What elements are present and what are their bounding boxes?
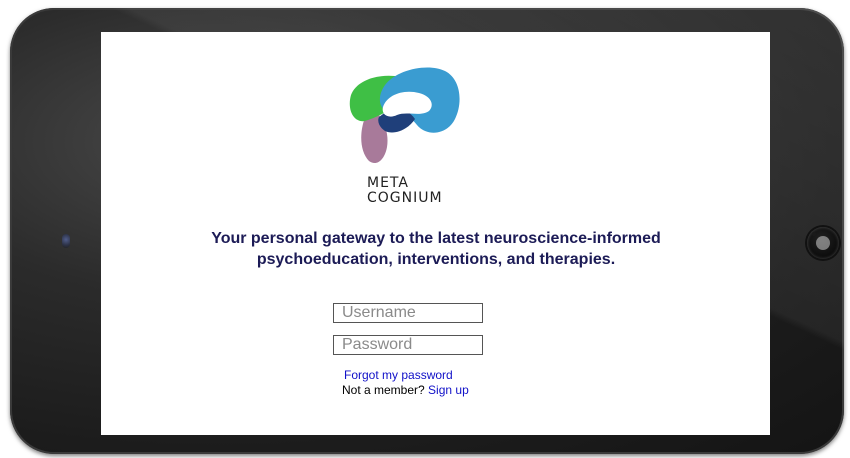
home-button-center <box>816 236 830 250</box>
wordmark: META COGNIUM <box>367 176 487 206</box>
tagline: Your personal gateway to the latest neur… <box>141 228 731 270</box>
meta-cognium-logo <box>349 67 460 164</box>
sign-up-link[interactable]: Sign up <box>428 383 469 397</box>
wordmark-line1: META <box>367 175 409 191</box>
home-button-icon[interactable] <box>807 227 839 259</box>
tagline-line1: Your personal gateway to the latest neur… <box>211 230 661 247</box>
not-member-text: Not a member? <box>342 383 425 397</box>
tagline-line2: psychoeducation, interventions, and ther… <box>256 251 616 268</box>
login-links: Forgot my password Not a member? Sign up <box>342 368 469 398</box>
app-screen: META COGNIUM Your personal gateway to th… <box>101 32 770 435</box>
wordmark-line2: COGNIUM <box>367 190 443 206</box>
username-input[interactable] <box>333 303 483 323</box>
camera-icon <box>62 234 70 248</box>
password-input[interactable] <box>333 335 483 355</box>
home-button-dot <box>812 232 816 236</box>
forgot-password-link[interactable]: Forgot my password <box>344 368 453 382</box>
